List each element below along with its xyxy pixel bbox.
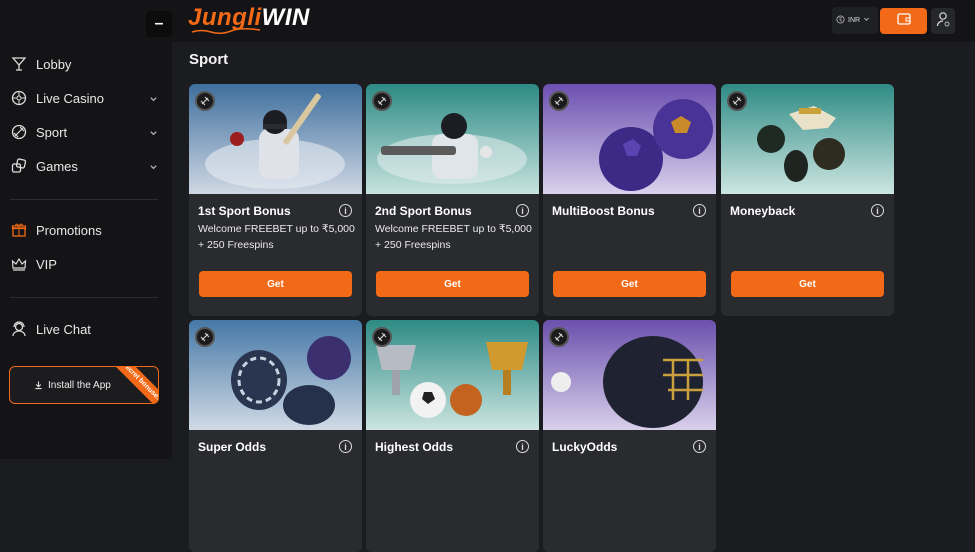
install-app-label: Install the App bbox=[48, 379, 111, 391]
currency-label: INR bbox=[848, 17, 861, 24]
sidebar-item-sport[interactable]: Sport bbox=[10, 119, 162, 145]
sport-badge-icon bbox=[727, 91, 747, 111]
sport-badge-icon bbox=[549, 91, 569, 111]
info-icon[interactable]: i bbox=[339, 440, 352, 453]
bonus-card[interactable]: MultiBoost Bonus i Get bbox=[543, 84, 716, 316]
currency-selector[interactable]: INR bbox=[832, 7, 878, 34]
bonus-card[interactable]: LuckyOdds i bbox=[543, 320, 716, 552]
sidebar-item-label: Lobby bbox=[36, 56, 72, 72]
get-bonus-button[interactable]: Get bbox=[376, 271, 529, 297]
info-icon[interactable]: i bbox=[693, 204, 706, 217]
roulette-icon bbox=[10, 89, 28, 107]
sidebar-item-label: Live Casino bbox=[36, 90, 104, 106]
info-icon[interactable]: i bbox=[693, 440, 706, 453]
sidebar-item-label: VIP bbox=[36, 256, 57, 272]
get-bonus-button[interactable]: Get bbox=[199, 271, 352, 297]
bonus-card[interactable]: 2nd Sport Bonus i Welcome FREEBET up to … bbox=[366, 84, 539, 316]
site-logo[interactable]: JungliWIN bbox=[188, 4, 310, 34]
info-icon[interactable]: i bbox=[339, 204, 352, 217]
sport-badge-icon bbox=[195, 327, 215, 347]
wallet-icon bbox=[896, 12, 911, 30]
bonus-card-title: MultiBoost Bonus bbox=[552, 204, 655, 218]
sidebar-divider bbox=[10, 297, 158, 298]
sidebar: – Lobby Live Casino Sport Games Promotio… bbox=[0, 0, 172, 459]
collapse-sidebar-button[interactable]: – bbox=[146, 11, 172, 37]
sidebar-item-label: Games bbox=[36, 158, 78, 174]
bonus-card-title: Moneyback bbox=[730, 204, 796, 218]
crown-icon bbox=[10, 255, 28, 273]
sport-badge-icon bbox=[372, 327, 392, 347]
sport-badge-icon bbox=[549, 327, 569, 347]
rupee-coin-icon bbox=[836, 15, 845, 26]
sidebar-divider bbox=[10, 199, 158, 200]
bonus-card-title: 2nd Sport Bonus bbox=[375, 204, 472, 218]
sidebar-item-live-casino[interactable]: Live Casino bbox=[10, 85, 162, 111]
get-bonus-button[interactable]: Get bbox=[553, 271, 706, 297]
bonus-card[interactable]: 1st Sport Bonus i Welcome FREEBET up to … bbox=[189, 84, 362, 316]
info-icon[interactable]: i bbox=[871, 204, 884, 217]
sport-badge-icon bbox=[372, 91, 392, 111]
wallet-button[interactable] bbox=[880, 8, 927, 34]
user-account-button[interactable] bbox=[931, 8, 955, 34]
headset-icon bbox=[10, 320, 28, 338]
secret-bonuses-ribbon: Secret bonuses bbox=[109, 367, 158, 403]
user-icon bbox=[936, 11, 950, 32]
bonus-card[interactable]: Super Odds i bbox=[189, 320, 362, 552]
download-icon bbox=[34, 380, 43, 390]
install-app-button[interactable]: Install the App Secret bonuses bbox=[9, 366, 159, 404]
sidebar-item-live-chat[interactable]: Live Chat bbox=[10, 316, 162, 342]
sidebar-item-vip[interactable]: VIP bbox=[10, 251, 162, 277]
bonus-card-title: Highest Odds bbox=[375, 440, 454, 454]
gift-icon bbox=[10, 221, 28, 239]
chevron-down-icon bbox=[149, 160, 158, 175]
chevron-down-icon bbox=[149, 126, 158, 141]
info-icon[interactable]: i bbox=[516, 204, 529, 217]
dice-icon bbox=[10, 157, 28, 175]
cocktail-icon bbox=[10, 55, 28, 73]
bonus-card-title: LuckyOdds bbox=[552, 440, 618, 454]
sidebar-item-label: Promotions bbox=[36, 222, 102, 238]
bonus-card-title: Super Odds bbox=[198, 440, 267, 454]
sidebar-item-lobby[interactable]: Lobby bbox=[10, 51, 162, 77]
page-title: Sport bbox=[189, 51, 229, 68]
bonus-card[interactable]: Highest Odds i bbox=[366, 320, 539, 552]
sidebar-item-label: Live Chat bbox=[36, 321, 91, 337]
info-icon[interactable]: i bbox=[516, 440, 529, 453]
bonus-card[interactable]: Moneyback i Get bbox=[721, 84, 894, 316]
ball-icon bbox=[10, 123, 28, 141]
sport-badge-icon bbox=[195, 91, 215, 111]
get-bonus-button[interactable]: Get bbox=[731, 271, 884, 297]
chevron-down-icon bbox=[863, 16, 870, 25]
bonus-card-title: 1st Sport Bonus bbox=[198, 204, 291, 218]
bonus-card-description: Welcome FREEBET up to ₹5,000 + 250 Frees… bbox=[375, 223, 532, 251]
sidebar-item-promotions[interactable]: Promotions bbox=[10, 217, 162, 243]
chevron-down-icon bbox=[149, 92, 158, 107]
bonus-card-description: Welcome FREEBET up to ₹5,000 + 250 Frees… bbox=[198, 223, 355, 251]
sidebar-item-games[interactable]: Games bbox=[10, 153, 162, 179]
sidebar-item-label: Sport bbox=[36, 124, 68, 140]
